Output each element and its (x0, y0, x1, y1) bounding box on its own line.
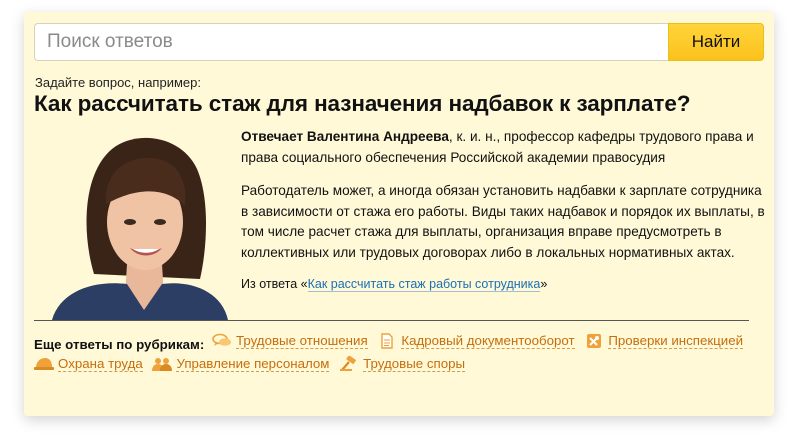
rubric-label: Трудовые отношения (235, 333, 368, 349)
rubric-label: Охрана труда (58, 356, 143, 372)
rubric-labor-relations[interactable]: Трудовые отношения (212, 333, 368, 349)
rubric-label: Управление персоналом (176, 356, 330, 372)
rubric-hr-docs[interactable]: Кадровый документооборот (377, 333, 575, 349)
rubric-labor-disputes[interactable]: Трудовые споры (339, 355, 466, 372)
source-link[interactable]: Как рассчитать стаж работы сотрудника (307, 277, 541, 292)
gavel-icon (339, 355, 359, 372)
speech-bubbles-icon (212, 333, 232, 349)
search-button[interactable]: Найти (668, 23, 764, 61)
rubric-label: Проверки инспекцией (608, 333, 744, 349)
rubrics-section: Еще ответы по рубрикам: Трудовые отношен… (34, 333, 764, 379)
author-info: Отвечает Валентина Андреева, к. и. н., п… (241, 127, 766, 168)
rubric-inspections[interactable]: Проверки инспекцией (584, 333, 744, 349)
document-icon (377, 333, 397, 349)
answer-widget: Найти Задайте вопрос, например: Как расс… (24, 12, 774, 416)
question-hint: Задайте вопрос, например: (35, 75, 201, 90)
hammer-wrench-icon (584, 333, 604, 349)
author-name: Отвечает Валентина Андреева (241, 129, 449, 144)
rubric-labor-safety[interactable]: Охрана труда (34, 356, 143, 372)
author-photo (42, 124, 232, 320)
featured-question: Как рассчитать стаж для назначения надба… (34, 91, 691, 116)
divider (34, 320, 749, 321)
rubric-hr-management[interactable]: Управление персоналом (152, 356, 330, 372)
answer-content: Отвечает Валентина Андреева, к. и. н., п… (241, 127, 766, 295)
rubric-label: Трудовые споры (363, 356, 466, 372)
search-input[interactable] (34, 23, 668, 61)
answer-text: Работодатель может, а иногда обязан уста… (241, 183, 765, 260)
people-icon (152, 356, 173, 372)
rubric-label: Кадровый документооборот (401, 333, 575, 349)
rubrics-title: Еще ответы по рубрикам: (34, 337, 205, 352)
source-prefix: Из ответа « (241, 277, 308, 291)
hard-hat-icon (34, 356, 54, 372)
search-bar: Найти (34, 23, 764, 61)
answer-source: Из ответа «Как рассчитать стаж работы со… (241, 274, 766, 295)
source-suffix: » (540, 277, 548, 291)
